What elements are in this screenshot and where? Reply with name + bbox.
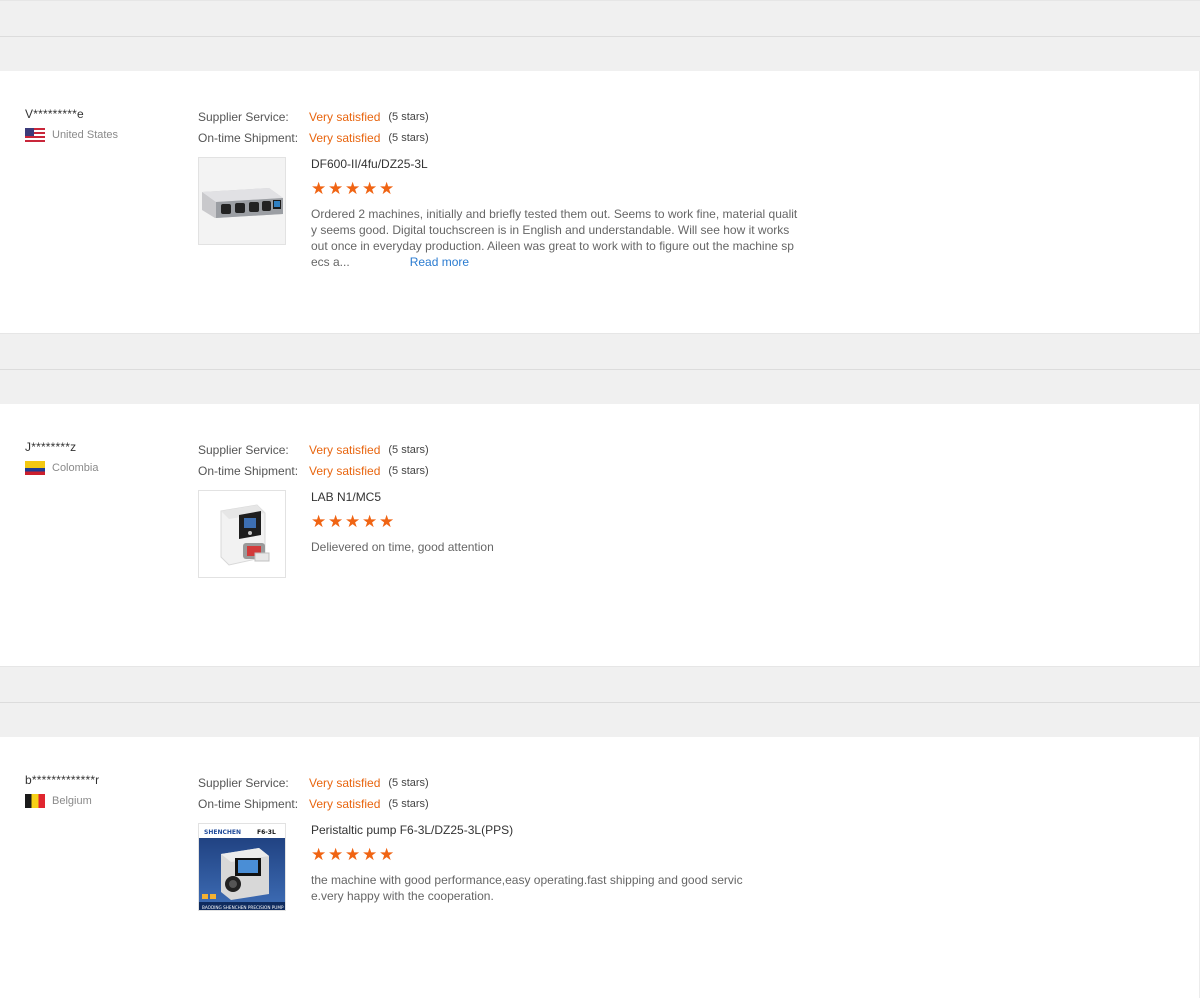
belgium-flag-icon (25, 794, 45, 808)
multichannel-pump-image (199, 158, 285, 244)
lab-pump-image (199, 491, 285, 577)
read-more-link[interactable]: Read more (410, 255, 469, 269)
star-icon: ★ (362, 512, 378, 531)
buyer-country: United States (25, 128, 185, 142)
buyer-country: Colombia (25, 461, 185, 475)
thumb-footer: BAODING SHENCHEN PRECISION PUMP (202, 905, 284, 910)
star-icon: ★ (311, 512, 327, 531)
product-thumbnail[interactable]: SHENCHEN F6-3L BAODING SHENCHEN PRECISIO… (198, 823, 286, 911)
thumb-brand: SHENCHEN (204, 829, 241, 836)
star-icon: ★ (345, 179, 361, 198)
supplier-service-label: Supplier Service: (198, 442, 289, 457)
star-icon: ★ (362, 179, 378, 198)
product-rating-stars: ★ ★ ★ ★ ★ (311, 179, 801, 198)
shipment-value: Very satisfied (309, 130, 381, 145)
country-name: Belgium (52, 795, 92, 807)
review-text: Delievered on time, good attention (311, 540, 494, 554)
buyer-country: Belgium (25, 794, 185, 808)
supplier-service-label: Supplier Service: (198, 109, 289, 124)
shipment-rating: On-time Shipment: Very satisfied (5 star… (198, 460, 429, 481)
product-thumbnail[interactable] (198, 157, 286, 245)
product-thumbnail[interactable] (198, 490, 286, 578)
review-item: b*************r Belgium Supplier Service… (0, 737, 1200, 998)
buyer-name: J********z (25, 440, 77, 454)
seller-ratings: Supplier Service: Very satisfied (5 star… (198, 772, 429, 814)
star-icon: ★ (311, 845, 327, 864)
supplier-service-label: Supplier Service: (198, 775, 289, 790)
star-icon: ★ (311, 179, 327, 198)
colombia-flag-icon (25, 461, 45, 475)
shipment-rating: On-time Shipment: Very satisfied (5 star… (198, 793, 429, 814)
buyer-name: b*************r (25, 773, 100, 787)
shipment-rating: On-time Shipment: Very satisfied (5 star… (198, 127, 429, 148)
review-item: V*********e United States Supplier Servi… (0, 71, 1200, 333)
supplier-service-rating: Supplier Service: Very satisfied (5 star… (198, 106, 429, 127)
shipment-value: Very satisfied (309, 796, 381, 811)
star-icon: ★ (328, 845, 344, 864)
product-name[interactable]: DF600-II/4fu/DZ25-3L (311, 157, 801, 171)
country-name: United States (52, 129, 119, 141)
product-rating-stars: ★ ★ ★ ★ ★ (311, 845, 801, 864)
seller-ratings: Supplier Service: Very satisfied (5 star… (198, 106, 429, 148)
supplier-service-value: Very satisfied (309, 109, 381, 124)
thumb-model: F6-3L (257, 829, 276, 836)
shipment-label: On-time Shipment: (198, 463, 299, 478)
star-icon: ★ (345, 845, 361, 864)
shipment-label: On-time Shipment: (198, 130, 299, 145)
review-text: the machine with good performance,easy o… (311, 873, 743, 903)
star-icon: ★ (379, 512, 395, 531)
peristaltic-pump-image: SHENCHEN F6-3L BAODING SHENCHEN PRECISIO… (199, 824, 285, 910)
buyer-name: V*********e (25, 107, 84, 121)
country-name: Colombia (52, 462, 99, 474)
product-review: Peristaltic pump F6-3L/DZ25-3L(PPS) ★ ★ … (311, 823, 801, 904)
section-divider (0, 0, 1200, 71)
product-review: DF600-II/4fu/DZ25-3L ★ ★ ★ ★ ★ Ordered 2… (311, 157, 801, 270)
supplier-service-stars: (5 stars) (388, 443, 429, 456)
buyer-info: V*********e United States (25, 107, 185, 142)
section-divider (0, 666, 1200, 737)
star-icon: ★ (345, 512, 361, 531)
shipment-value: Very satisfied (309, 463, 381, 478)
shipment-stars: (5 stars) (388, 797, 429, 810)
supplier-service-stars: (5 stars) (388, 110, 429, 123)
product-name[interactable]: LAB N1/MC5 (311, 490, 801, 504)
shipment-stars: (5 stars) (388, 464, 429, 477)
star-icon: ★ (379, 845, 395, 864)
supplier-service-rating: Supplier Service: Very satisfied (5 star… (198, 439, 429, 460)
review-item: J********z Colombia Supplier Service: Ve… (0, 404, 1200, 666)
shipment-stars: (5 stars) (388, 131, 429, 144)
star-icon: ★ (328, 512, 344, 531)
shipment-label: On-time Shipment: (198, 796, 299, 811)
section-divider (0, 333, 1200, 404)
buyer-info: J********z Colombia (25, 440, 185, 475)
star-icon: ★ (379, 179, 395, 198)
star-icon: ★ (328, 179, 344, 198)
product-rating-stars: ★ ★ ★ ★ ★ (311, 512, 801, 531)
supplier-service-value: Very satisfied (309, 775, 381, 790)
review-text: Ordered 2 machines, initially and briefl… (311, 206, 799, 270)
us-flag-icon (25, 128, 45, 142)
seller-ratings: Supplier Service: Very satisfied (5 star… (198, 439, 429, 481)
star-icon: ★ (362, 845, 378, 864)
supplier-service-rating: Supplier Service: Very satisfied (5 star… (198, 772, 429, 793)
product-name[interactable]: Peristaltic pump F6-3L/DZ25-3L(PPS) (311, 823, 801, 837)
product-review: LAB N1/MC5 ★ ★ ★ ★ ★ Delievered on time,… (311, 490, 801, 555)
review-text-body: Ordered 2 machines, initially and briefl… (311, 207, 798, 269)
supplier-service-value: Very satisfied (309, 442, 381, 457)
buyer-info: b*************r Belgium (25, 773, 185, 808)
supplier-service-stars: (5 stars) (388, 776, 429, 789)
